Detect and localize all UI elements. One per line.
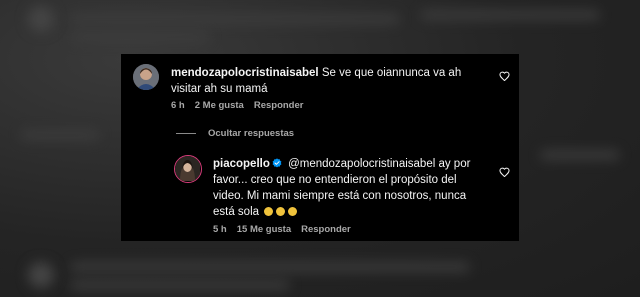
comment-reply-button[interactable]: Responder bbox=[254, 100, 304, 111]
hide-replies-toggle[interactable]: Ocultar respuestas bbox=[176, 128, 294, 139]
reply-likes[interactable]: 15 Me gusta bbox=[237, 224, 291, 235]
comment-time: 6 h bbox=[171, 100, 185, 111]
blurred-text bbox=[70, 14, 400, 24]
blurred-text bbox=[540, 150, 620, 160]
blurred-text bbox=[70, 262, 470, 272]
reply-meta: 5 h 15 Me gusta Responder bbox=[213, 224, 489, 235]
divider-line bbox=[176, 133, 196, 134]
hide-replies-label: Ocultar respuestas bbox=[208, 128, 295, 139]
comment-text-block: mendozapolocristinaisabel Se ve que oian… bbox=[171, 65, 493, 97]
reply-comment: piacopello @mendozapolocristinaisabel ay… bbox=[174, 155, 489, 235]
comment-likes[interactable]: 2 Me gusta bbox=[195, 100, 244, 111]
blurred-text bbox=[70, 32, 210, 42]
blurred-text bbox=[20, 130, 100, 140]
comment-username[interactable]: mendozapolocristinaisabel bbox=[171, 67, 319, 79]
blurred-text bbox=[70, 280, 290, 290]
reply-username[interactable]: piacopello bbox=[213, 158, 270, 170]
teary-smile-emoji-icon bbox=[288, 207, 298, 216]
blurred-text bbox=[420, 10, 600, 20]
teary-smile-emoji-icon bbox=[264, 207, 274, 216]
reply-text-block: piacopello @mendozapolocristinaisabel ay… bbox=[213, 156, 489, 220]
blurred-avatar bbox=[28, 262, 54, 288]
like-heart-icon[interactable] bbox=[499, 167, 510, 177]
like-heart-icon[interactable] bbox=[499, 71, 510, 81]
blurred-avatar bbox=[28, 6, 54, 32]
teary-smile-emoji-icon bbox=[276, 207, 286, 216]
reply-avatar[interactable] bbox=[174, 155, 202, 183]
comment-meta: 6 h 2 Me gusta Responder bbox=[171, 100, 493, 111]
reply-reply-button[interactable]: Responder bbox=[301, 224, 351, 235]
verified-badge-icon bbox=[272, 158, 282, 168]
reply-time: 5 h bbox=[213, 224, 227, 235]
commenter-avatar[interactable] bbox=[133, 64, 159, 90]
emoji-row bbox=[264, 206, 300, 218]
avatar-image bbox=[175, 156, 200, 181]
avatar-image bbox=[133, 64, 159, 90]
comments-card: mendozapolocristinaisabel Se ve que oian… bbox=[121, 54, 519, 241]
comment: mendozapolocristinaisabel Se ve que oian… bbox=[133, 64, 493, 111]
